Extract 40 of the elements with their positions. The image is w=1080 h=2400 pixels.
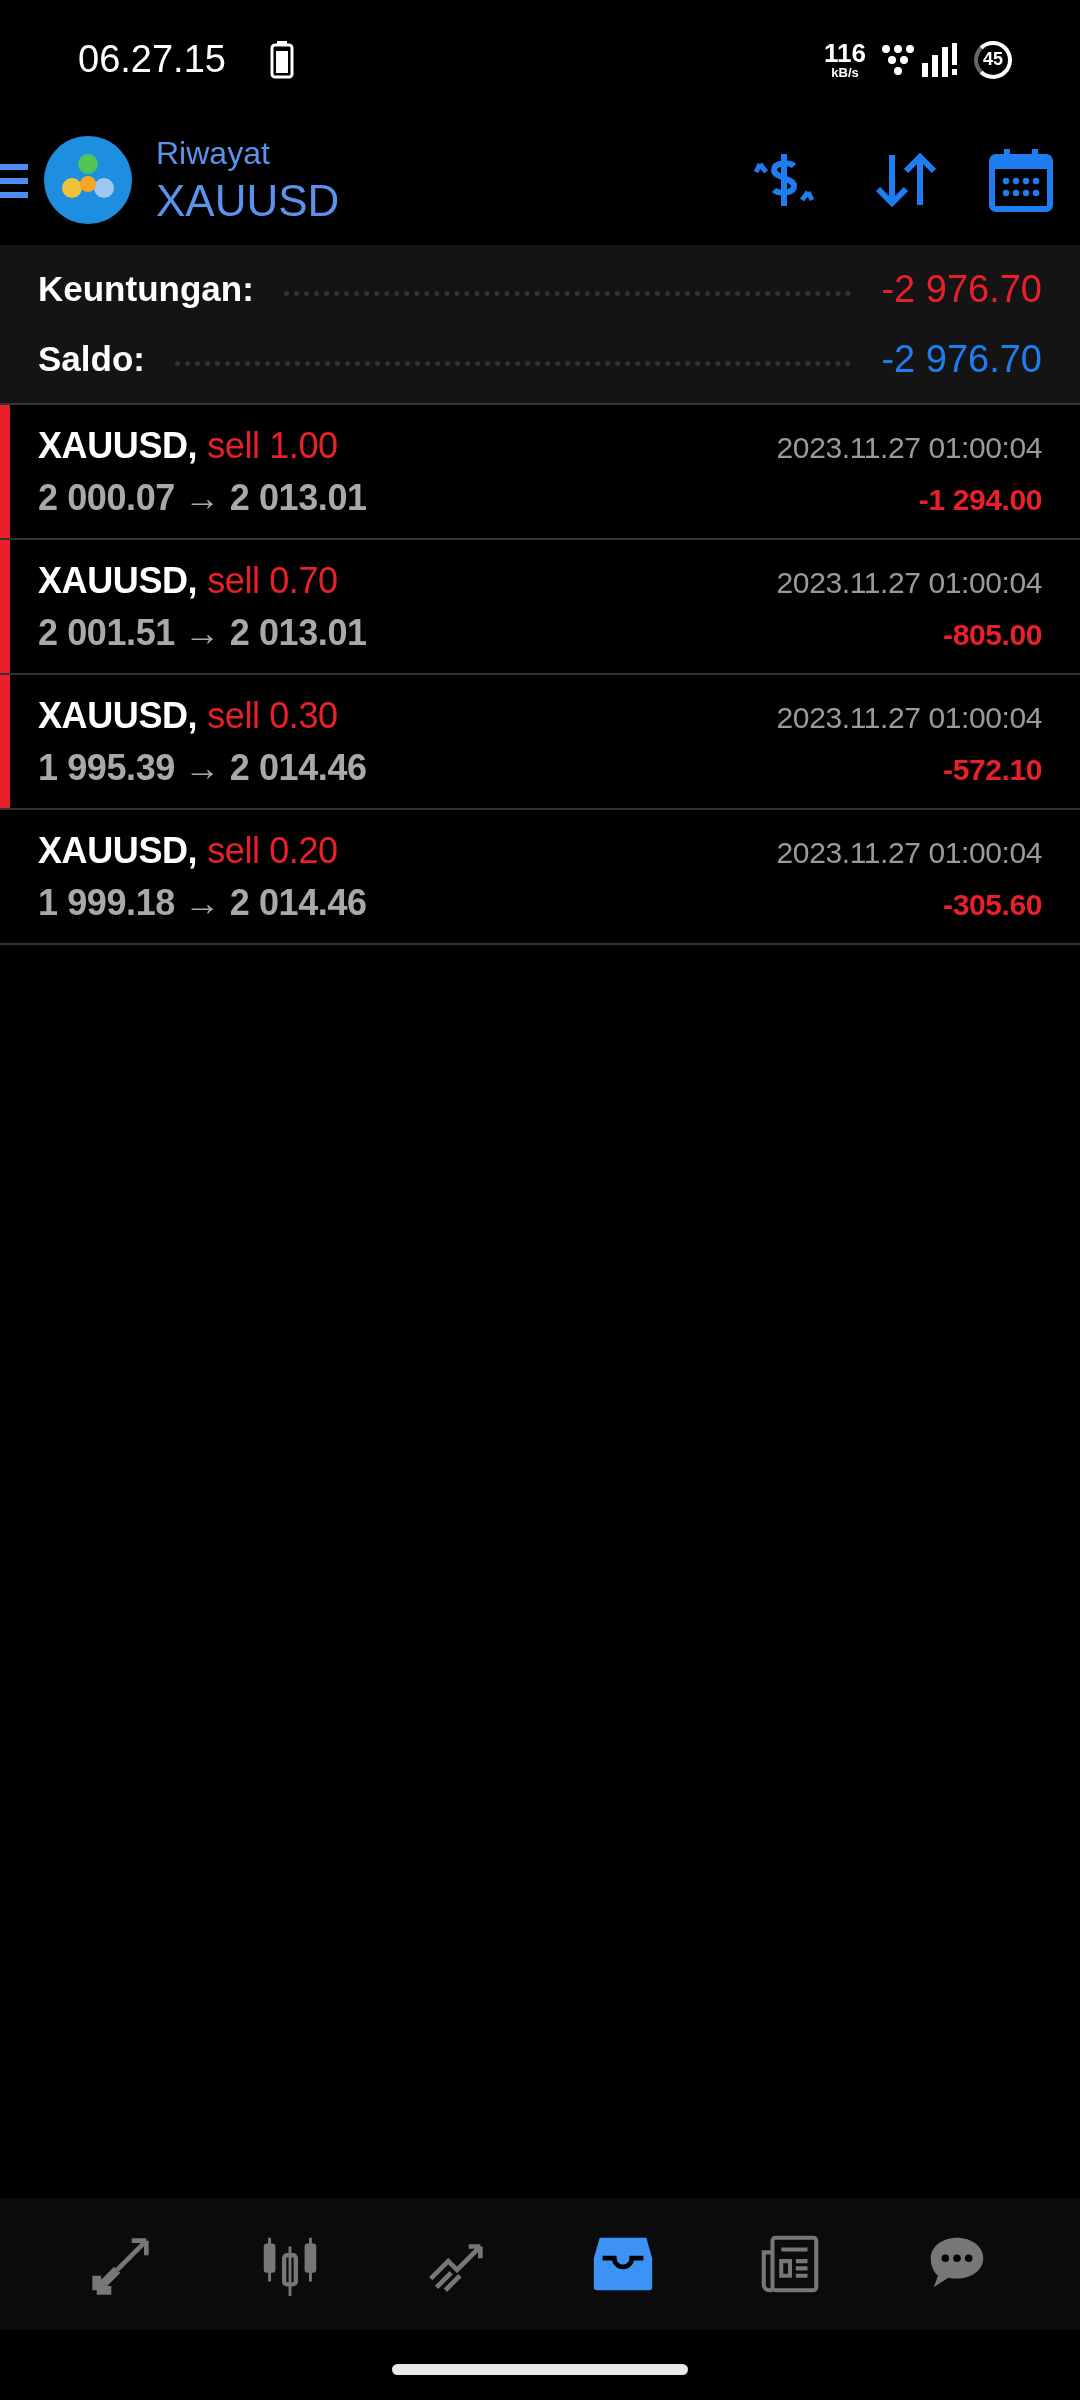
deal-prices: 2 000.07 → 2 013.01	[38, 475, 367, 520]
deal-symbol: XAUUSD,	[38, 558, 198, 603]
network-speed: 116	[824, 40, 866, 66]
summary-value: -2 976.70	[881, 336, 1042, 382]
deal-prices: 2 001.51 → 2 013.01	[38, 610, 367, 655]
deal-symbol: XAUUSD,	[38, 693, 198, 738]
symbol-title: XAUUSD	[156, 174, 340, 227]
deal-side: sell 0.70	[207, 558, 338, 603]
deal-symbol: XAUUSD,	[38, 423, 198, 468]
deal-profit: -305.60	[943, 886, 1042, 923]
deal-time: 2023.11.27 01:00:04	[776, 564, 1042, 601]
deal-profit: -805.00	[943, 616, 1042, 653]
deal-row[interactable]: XAUUSD, sell 0.70 2023.11.27 01:00:04 2 001.51 → 2 013.01 -805.00	[0, 540, 1080, 675]
app-logo-icon	[44, 136, 132, 224]
deal-row[interactable]: XAUUSD, sell 1.00 2023.11.27 01:00:04 2 000.07 → 2 013.01 -1 294.00	[0, 405, 1080, 540]
deal-prices: 1 995.39 → 2 014.46	[38, 745, 367, 790]
deal-symbol: XAUUSD,	[38, 828, 198, 873]
summary-label: Keuntungan:	[38, 267, 254, 310]
screen-subtitle: Riwayat	[156, 133, 271, 173]
deal-time: 2023.11.27 01:00:04	[776, 699, 1042, 736]
signal-bars-icon	[922, 42, 960, 77]
deal-profit: -1 294.00	[918, 481, 1042, 518]
deal-time: 2023.11.27 01:00:04	[776, 429, 1042, 466]
wifi-dots-icon	[880, 42, 916, 77]
sort-arrows-icon[interactable]	[874, 151, 938, 209]
clock-time: 06.27.15	[78, 37, 226, 82]
deal-side: sell 1.00	[207, 423, 338, 468]
deal-time: 2023.11.27 01:00:04	[776, 834, 1042, 871]
calendar-icon[interactable]	[988, 147, 1054, 213]
deal-row[interactable]: XAUUSD, sell 0.30 2023.11.27 01:00:04 1 995.39 → 2 014.46 -572.10	[0, 675, 1080, 810]
deal-row[interactable]: XAUUSD, sell 0.20 2023.11.27 01:00:04 1 999.18 → 2 014.46 -305.60	[0, 810, 1080, 945]
deal-side: sell 0.30	[207, 693, 338, 738]
speed-unit: kB/s	[831, 66, 859, 79]
summary-label: Saldo:	[38, 337, 145, 380]
deal-profit: -572.10	[943, 751, 1042, 788]
battery-level-badge: 45	[974, 40, 1012, 79]
battery-icon	[269, 40, 294, 79]
deal-side: sell 0.20	[207, 828, 338, 873]
summary-value: -2 976.70	[881, 266, 1042, 312]
deal-prices: 1 999.18 → 2 014.46	[38, 880, 367, 925]
